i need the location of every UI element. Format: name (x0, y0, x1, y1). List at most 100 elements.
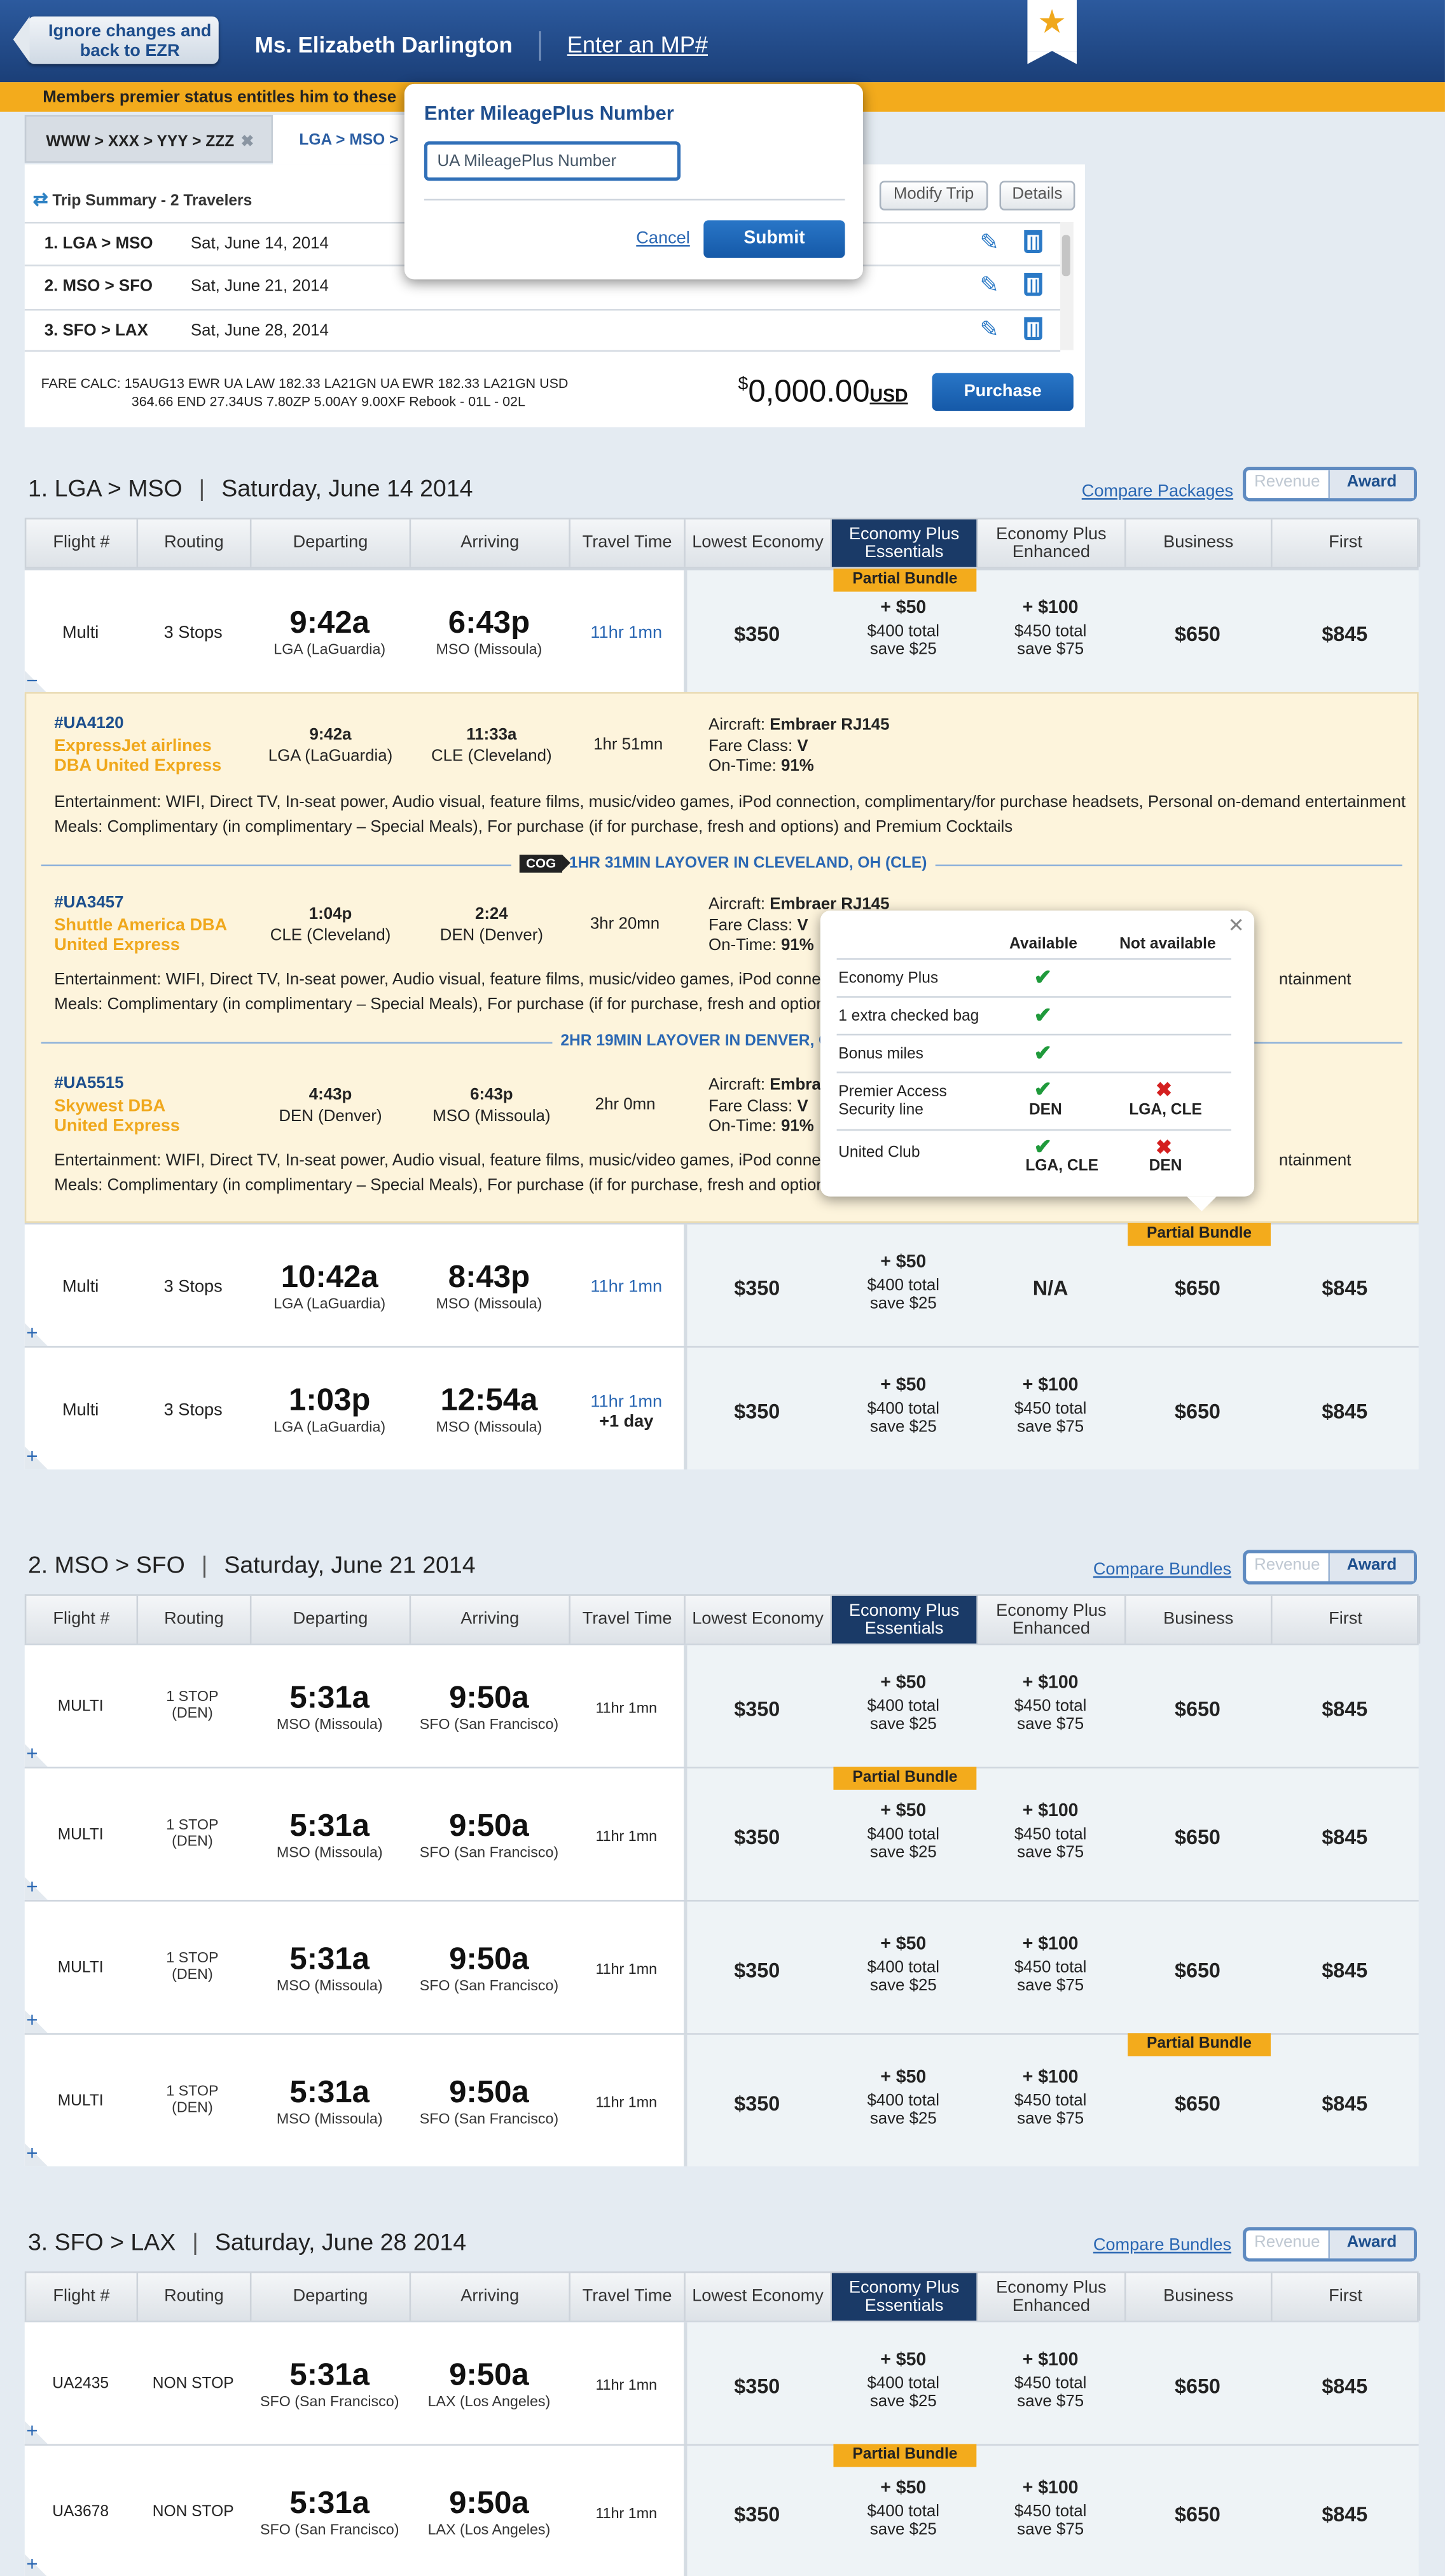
expand-toggle[interactable]: + (24, 2554, 48, 2576)
flight-row[interactable]: UA3678 NON STOP 5:31a SFO (San Francisco) 9:… (24, 2444, 1419, 2576)
mileageplus-input[interactable]: UA MileagePlus Number (424, 141, 681, 181)
price-first[interactable]: $845 (1271, 1401, 1419, 1421)
expand-toggle[interactable]: + (24, 1744, 48, 1767)
price-lowest-economy[interactable]: $350 (684, 1960, 830, 1980)
expand-toggle[interactable]: + (24, 2421, 48, 2444)
toggle-revenue[interactable]: Revenue (1246, 2230, 1328, 2258)
submit-button[interactable]: Submit (703, 220, 845, 258)
toggle-award[interactable]: Award (1328, 2230, 1414, 2259)
price-business[interactable]: $650 (1124, 1401, 1271, 1421)
price-first[interactable]: $845 (1271, 2093, 1419, 2113)
trash-icon[interactable] (1024, 317, 1042, 341)
toggle-revenue[interactable]: Revenue (1246, 1553, 1328, 1581)
trash-icon[interactable] (1024, 230, 1042, 254)
trash-icon[interactable] (1024, 273, 1042, 296)
price-economy-plus-essentials[interactable]: + $50 (830, 2477, 976, 2499)
price-economy-plus-enhanced[interactable]: + $100 (976, 1672, 1124, 1694)
flight-row[interactable]: Multi 3 Stops 9:42a LGA (LaGuardia) 6:43p MSO… (24, 568, 1419, 694)
price-business[interactable]: $650 (1124, 1278, 1271, 1298)
tab-itinerary-1[interactable]: WWW > XXX > YYY > ZZZ ✖ (24, 114, 273, 163)
plus-icon[interactable]: − (26, 671, 38, 691)
plus-icon[interactable]: + (26, 2421, 38, 2441)
plus-icon[interactable]: + (26, 1323, 38, 1343)
expand-toggle[interactable]: + (24, 2010, 48, 2034)
price-economy-plus-enhanced[interactable]: + $100 (976, 2067, 1124, 2088)
price-lowest-economy[interactable]: $350 (684, 2093, 830, 2113)
toggle-award[interactable]: Award (1328, 470, 1414, 499)
price-lowest-economy[interactable]: $350 (684, 2376, 830, 2396)
price-lowest-economy[interactable]: $350 (684, 1401, 830, 1421)
price-business[interactable]: $650 (1124, 1826, 1271, 1847)
expand-toggle[interactable]: + (24, 2143, 48, 2166)
plus-icon[interactable]: + (26, 1447, 38, 1466)
expand-toggle[interactable]: − (24, 671, 48, 694)
close-tab-icon[interactable]: ✖ (241, 133, 254, 151)
plus-icon[interactable]: + (26, 1744, 38, 1763)
price-business[interactable]: $650 (1124, 2376, 1271, 2396)
modify-trip-button[interactable]: Modify Trip (879, 181, 988, 210)
edit-icon[interactable]: ✎ (979, 271, 999, 299)
price-economy-plus-essentials[interactable]: + $50 (830, 598, 976, 620)
price-lowest-economy[interactable]: $350 (684, 624, 830, 645)
revenue-award-toggle[interactable]: Revenue Award (1243, 2227, 1418, 2262)
flight-row[interactable]: MULTI 1 STOP (DEN) 5:31a MSO (Missoula) 9:50… (24, 1643, 1419, 1767)
plus-icon[interactable]: + (26, 2010, 38, 2030)
expand-toggle[interactable]: + (24, 1446, 48, 1470)
details-button[interactable]: Details (999, 181, 1075, 210)
flight-row[interactable]: MULTI 1 STOP (DEN) 5:31a MSO (Missoula) 9:50… (24, 1767, 1419, 1900)
price-economy-plus-enhanced[interactable]: + $100 (976, 598, 1124, 620)
back-to-ezr-button[interactable]: Ignore changes and back to EZR (13, 16, 219, 64)
price-lowest-economy[interactable]: $350 (684, 1278, 830, 1298)
price-economy-plus-essentials[interactable]: + $50 (830, 2350, 976, 2371)
price-lowest-economy[interactable]: $350 (684, 1826, 830, 1847)
price-business[interactable]: $650 (1124, 1960, 1271, 1980)
plus-icon[interactable]: + (26, 2554, 38, 2574)
compare-packages-link[interactable]: Compare Packages (1082, 481, 1233, 501)
price-business[interactable]: $650 (1124, 2093, 1271, 2113)
price-economy-plus-essentials[interactable]: + $50 (830, 2067, 976, 2088)
toggle-award[interactable]: Award (1328, 1553, 1414, 1581)
flight-row[interactable]: UA2435 NON STOP 5:31a SFO (San Francisco) 9:… (24, 2320, 1419, 2444)
price-lowest-economy[interactable]: $350 (684, 2504, 830, 2524)
price-first[interactable]: $845 (1271, 624, 1419, 645)
revenue-award-toggle[interactable]: Revenue Award (1243, 1550, 1418, 1585)
expand-toggle[interactable]: + (24, 1877, 48, 1900)
toggle-revenue[interactable]: Revenue (1246, 470, 1328, 498)
compare-bundles-link[interactable]: Compare Bundles (1093, 1560, 1231, 1580)
price-lowest-economy[interactable]: $350 (684, 1698, 830, 1719)
cancel-link[interactable]: Cancel (636, 228, 689, 248)
edit-icon[interactable]: ✎ (979, 315, 999, 343)
price-economy-plus-enhanced[interactable]: + $100 (976, 1375, 1124, 1396)
price-business[interactable]: $650 (1124, 1698, 1271, 1719)
edit-icon[interactable]: ✎ (979, 228, 999, 256)
price-first[interactable]: $845 (1271, 2504, 1419, 2524)
close-icon[interactable]: ✕ (1228, 914, 1245, 937)
enter-mp-link[interactable]: Enter an MP# (567, 31, 708, 57)
refresh-icon[interactable]: ⇄ (33, 191, 48, 210)
price-economy-plus-essentials[interactable]: + $50 (830, 1934, 976, 1955)
price-first[interactable]: $845 (1271, 1278, 1419, 1298)
plus-icon[interactable]: + (26, 1877, 38, 1897)
price-business[interactable]: $650 (1124, 624, 1271, 645)
price-economy-plus-enhanced[interactable]: + $100 (976, 2477, 1124, 2499)
plus-icon[interactable]: + (26, 2143, 38, 2163)
price-economy-plus-essentials[interactable]: + $50 (830, 1375, 976, 1396)
price-economy-plus-enhanced[interactable]: + $100 (976, 2350, 1124, 2371)
expand-toggle[interactable]: + (24, 1323, 48, 1346)
price-economy-plus-essentials[interactable]: + $50 (830, 1672, 976, 1694)
price-economy-plus-essentials[interactable]: + $50 (830, 1251, 976, 1273)
price-business[interactable]: $650 (1124, 2504, 1271, 2524)
revenue-award-toggle[interactable]: Revenue Award (1243, 467, 1418, 502)
purchase-button[interactable]: Purchase (932, 373, 1074, 411)
price-first[interactable]: $845 (1271, 1698, 1419, 1719)
price-first[interactable]: $845 (1271, 2376, 1419, 2396)
flight-row[interactable]: Multi 3 Stops 1:03p LGA (LaGuardia) 12:54a MS… (24, 1346, 1419, 1470)
price-economy-plus-enhanced[interactable]: + $100 (976, 1934, 1124, 1955)
trip-summary-scrollbar[interactable] (1060, 221, 1074, 350)
price-economy-plus-essentials[interactable]: + $50 (830, 1801, 976, 1822)
price-first[interactable]: $845 (1271, 1826, 1419, 1847)
price-economy-plus-enhanced[interactable]: + $100 (976, 1801, 1124, 1822)
compare-bundles-link[interactable]: Compare Bundles (1093, 2235, 1231, 2255)
price-first[interactable]: $845 (1271, 1960, 1419, 1980)
flight-row[interactable]: MULTI 1 STOP (DEN) 5:31a MSO (Missoula) 9:50… (24, 1899, 1419, 2034)
